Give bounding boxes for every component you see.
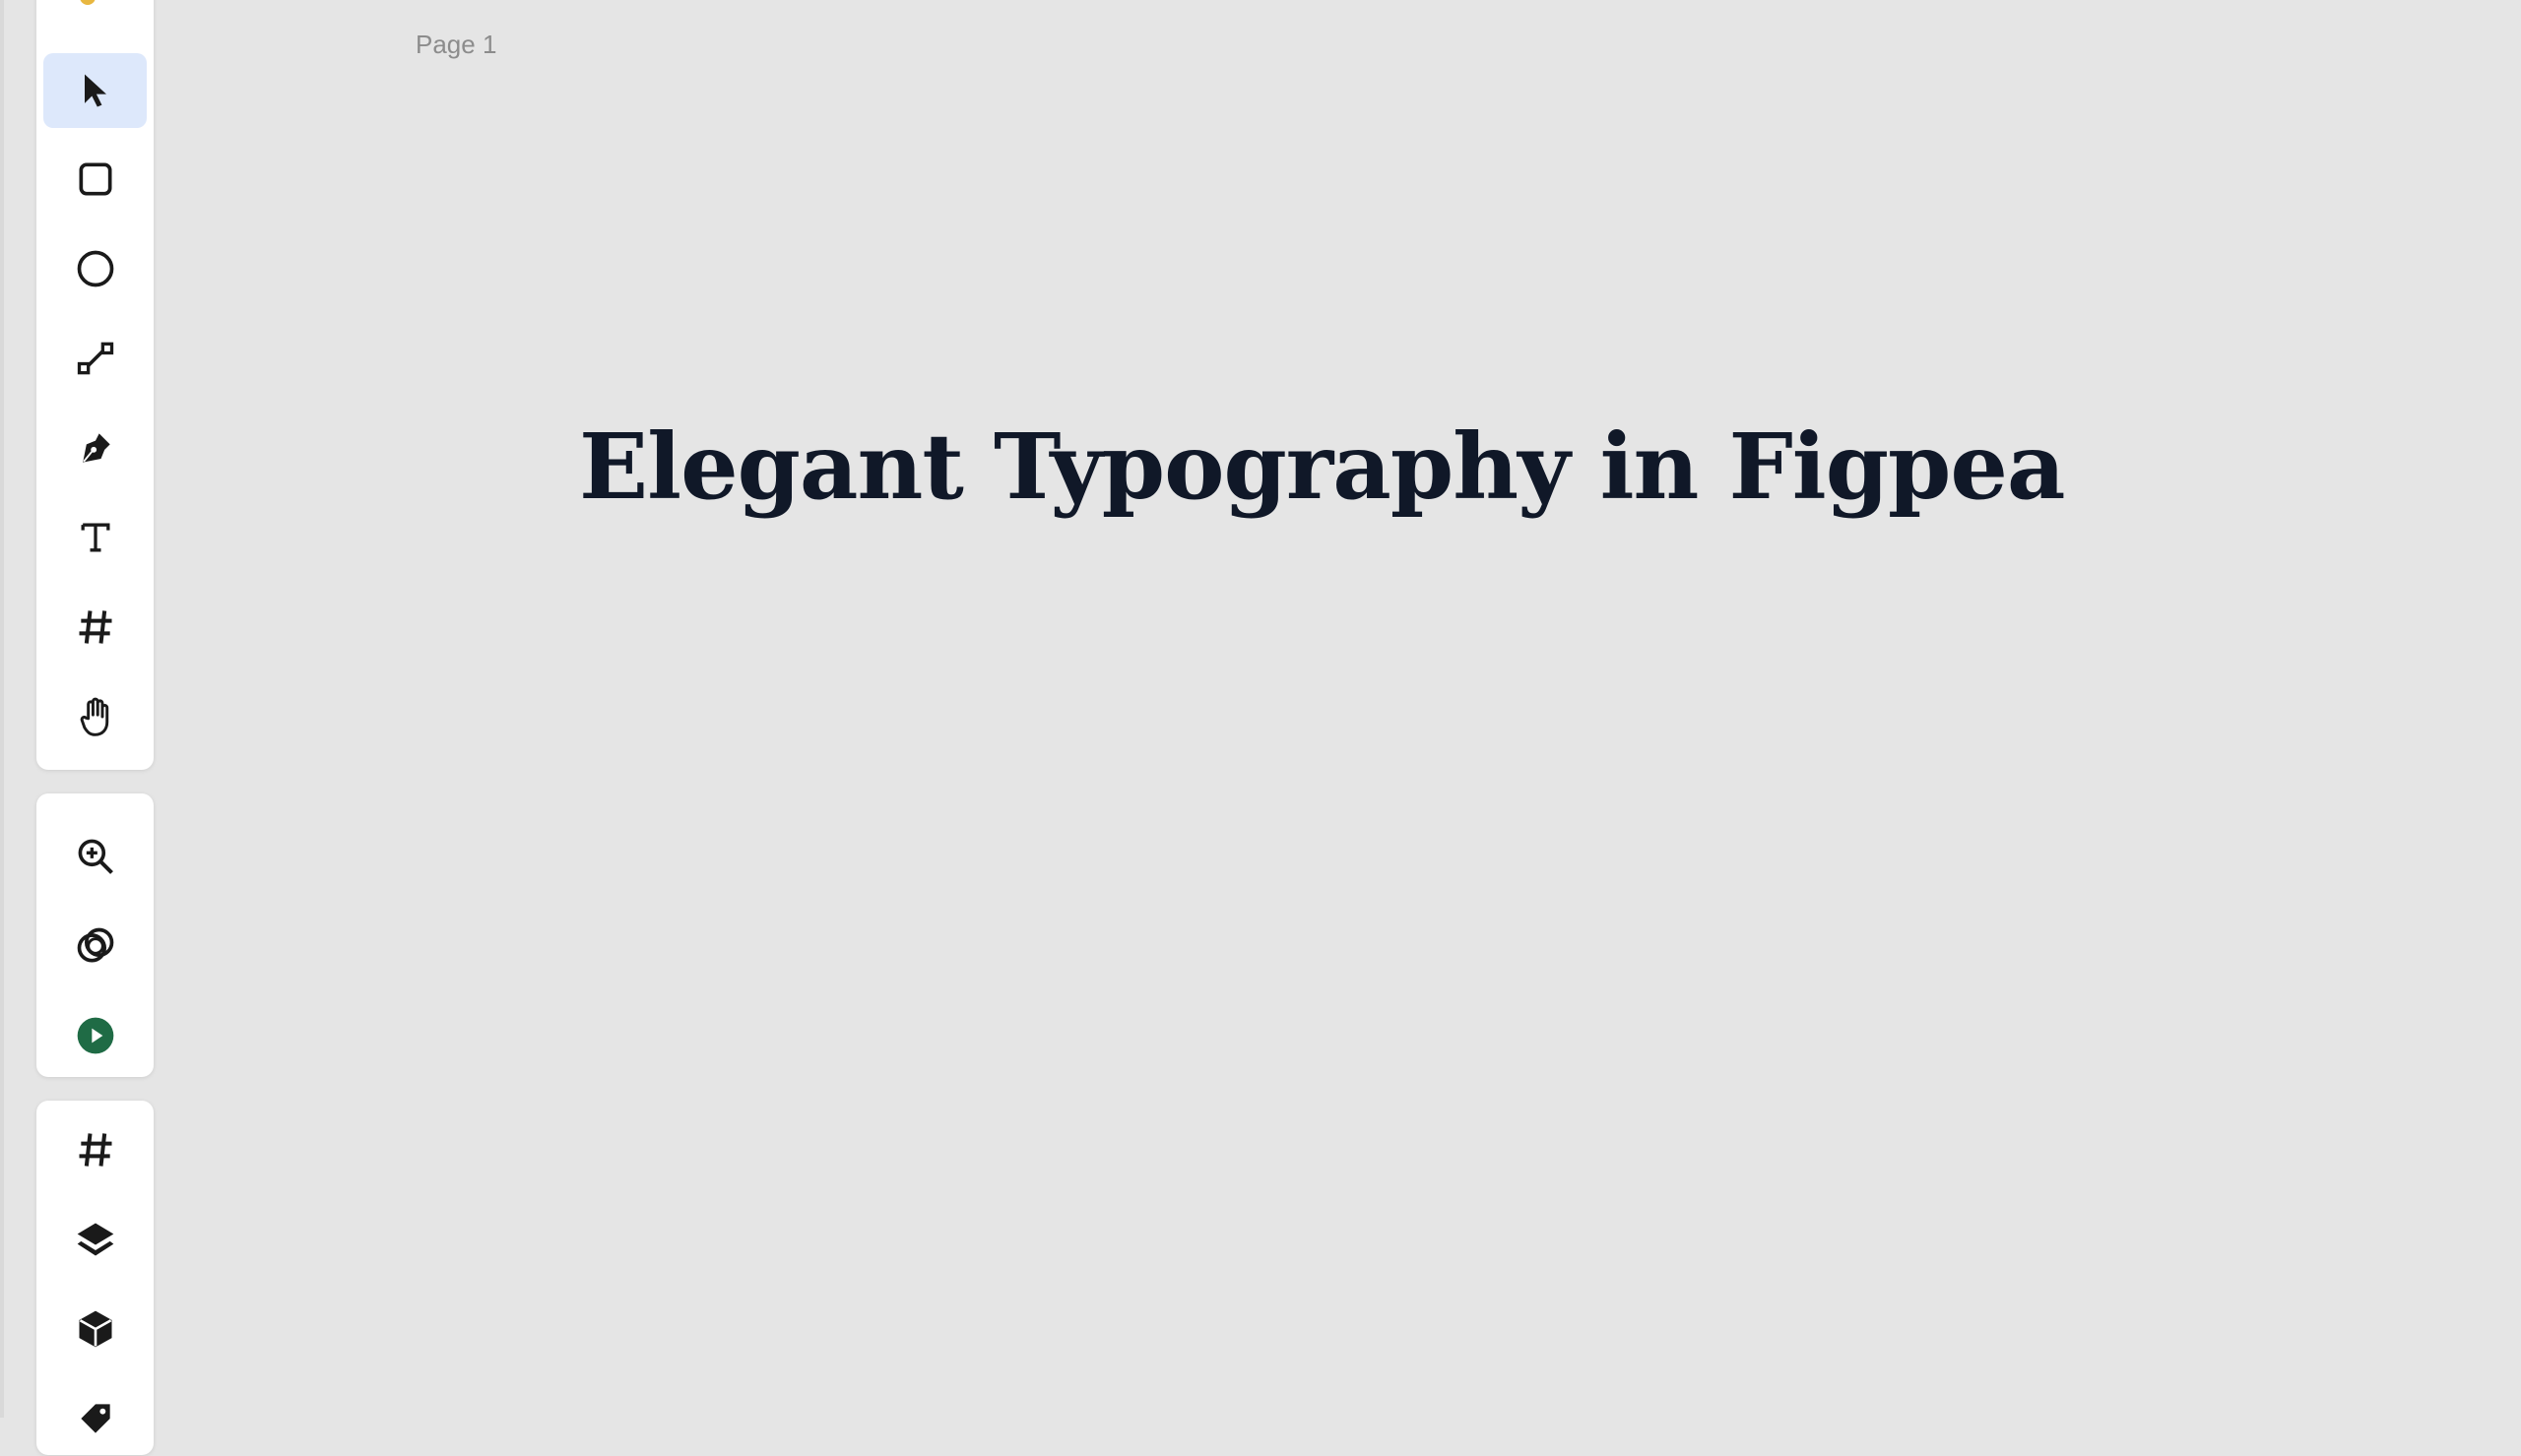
main-toolbar [36, 0, 154, 770]
canvas-text-layer[interactable]: Elegant Typography in Figpea [579, 413, 2066, 520]
line-icon [77, 342, 113, 375]
tool-boolean[interactable] [43, 909, 147, 983]
panel-frames[interactable] [43, 1112, 147, 1187]
pen-nib-icon [82, 433, 110, 463]
interlocked-rings-icon [77, 927, 113, 963]
rounded-square-icon [79, 162, 111, 196]
page-label[interactable]: Page 1 [416, 30, 496, 60]
tool-frame[interactable] [43, 590, 147, 665]
secondary-toolbar [36, 793, 154, 1077]
circle-icon [77, 250, 113, 287]
hash-icon [79, 1133, 111, 1167]
tool-line[interactable] [43, 321, 147, 396]
hash-icon [79, 610, 111, 644]
layers-icon [77, 1223, 113, 1256]
cursor-arrow-icon [84, 74, 106, 107]
panel-components[interactable] [43, 1292, 147, 1366]
zoom-in-icon [78, 839, 113, 874]
panel-assets[interactable] [43, 1381, 147, 1456]
tool-rectangle[interactable] [43, 142, 147, 217]
cube-icon [79, 1310, 111, 1348]
tool-hand[interactable] [43, 679, 147, 754]
play-circle-icon [77, 1017, 113, 1054]
tool-present[interactable] [43, 998, 147, 1073]
tool-pen[interactable] [43, 411, 147, 485]
design-canvas[interactable]: Page 1 Elegant Typography in Figpea [0, 0, 2521, 1418]
tool-ellipse[interactable] [43, 231, 147, 306]
tag-icon [80, 1404, 110, 1433]
text-t-icon [81, 523, 109, 552]
panel-layers[interactable] [43, 1202, 147, 1277]
tool-move[interactable] [43, 53, 147, 128]
window-edge [0, 0, 4, 1418]
tool-zoom[interactable] [43, 819, 147, 894]
figpea-logo-icon [80, 0, 96, 5]
panels-toolbar [36, 1101, 154, 1455]
hand-icon [80, 697, 108, 736]
tool-text[interactable] [43, 500, 147, 575]
